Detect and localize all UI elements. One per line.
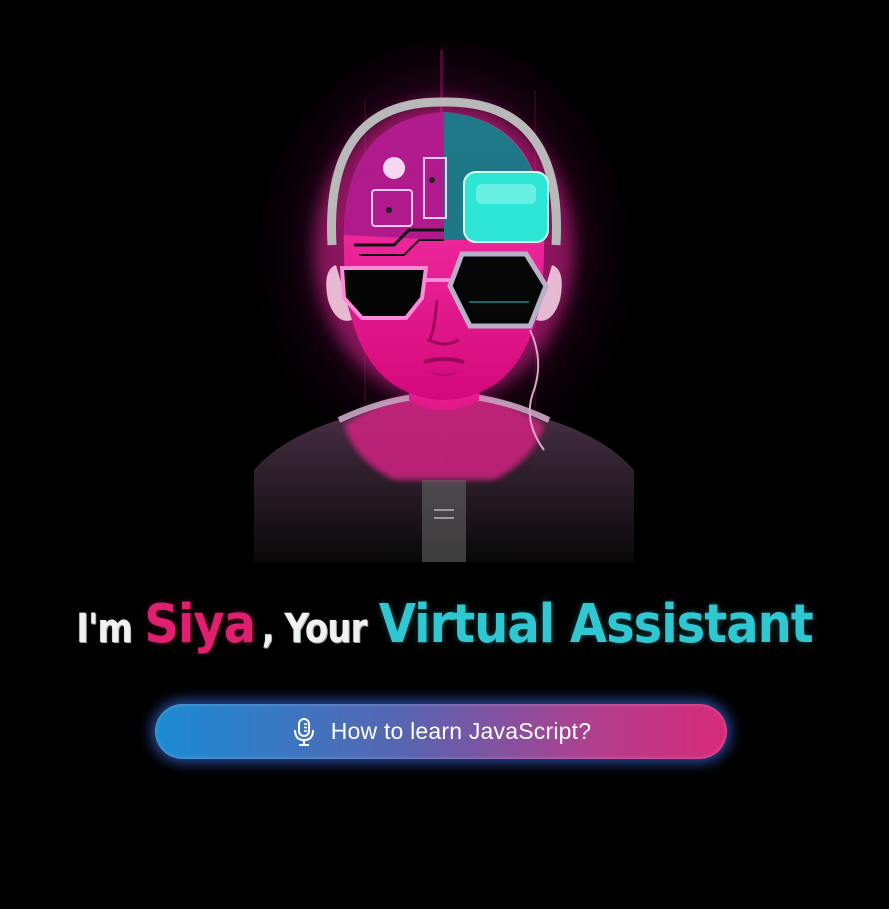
- assistant-avatar-image: [244, 40, 644, 562]
- assistant-headline: I'm Siya , Your Virtual Assistant: [0, 593, 889, 656]
- voice-command-button[interactable]: How to learn JavaScript?: [155, 704, 727, 759]
- voice-command-label: How to learn JavaScript?: [330, 718, 592, 744]
- microphone-icon: [291, 717, 317, 747]
- headline-prefix: I'm: [76, 605, 132, 653]
- assistant-page: I'm Siya , Your Virtual Assistant How to…: [0, 0, 889, 909]
- assistant-name: Siya: [144, 592, 256, 656]
- headline-accent: Virtual Assistant: [378, 592, 814, 656]
- headline-middle: , Your: [261, 605, 368, 653]
